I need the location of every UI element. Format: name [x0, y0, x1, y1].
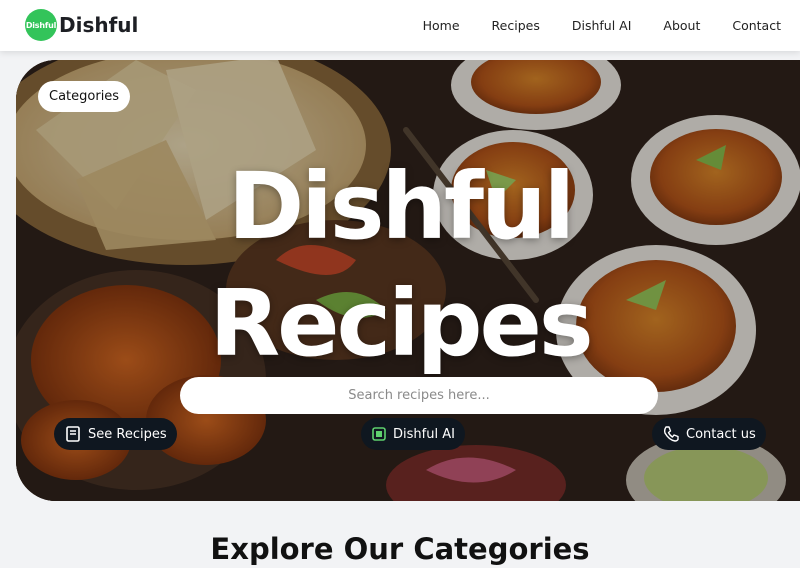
- nav-link-dishful-ai[interactable]: Dishful AI: [572, 18, 632, 33]
- contact-us-button[interactable]: Contact us: [652, 418, 766, 450]
- phone-icon: [662, 425, 680, 443]
- ai-icon: [371, 426, 387, 442]
- brand[interactable]: Dishful Dishful: [25, 9, 138, 41]
- nav-link-contact[interactable]: Contact: [732, 18, 781, 33]
- book-icon: [64, 425, 82, 443]
- hero-title: Dishful Recipes: [0, 148, 800, 382]
- navbar: Dishful Dishful Home Recipes Dishful AI …: [0, 0, 800, 51]
- categories-button[interactable]: Categories: [38, 81, 131, 112]
- nav-links: Home Recipes Dishful AI About Contact: [391, 0, 781, 51]
- nav-link-about[interactable]: About: [663, 18, 700, 33]
- nav-link-home[interactable]: Home: [423, 18, 460, 33]
- hero-title-line2: Recipes: [209, 270, 593, 377]
- see-recipes-button[interactable]: See Recipes: [54, 418, 177, 450]
- contact-us-label: Contact us: [686, 426, 756, 442]
- nav-link-recipes[interactable]: Recipes: [492, 18, 540, 33]
- hero-title-line1: Dishful: [227, 153, 575, 260]
- dishful-ai-label: Dishful AI: [393, 426, 455, 442]
- logo-badge[interactable]: Dishful: [25, 9, 57, 41]
- section-title: Explore Our Categories: [210, 532, 590, 566]
- search-input[interactable]: [180, 377, 658, 414]
- dishful-ai-button[interactable]: Dishful AI: [361, 418, 465, 450]
- brand-name[interactable]: Dishful: [59, 13, 138, 37]
- see-recipes-label: See Recipes: [88, 426, 167, 442]
